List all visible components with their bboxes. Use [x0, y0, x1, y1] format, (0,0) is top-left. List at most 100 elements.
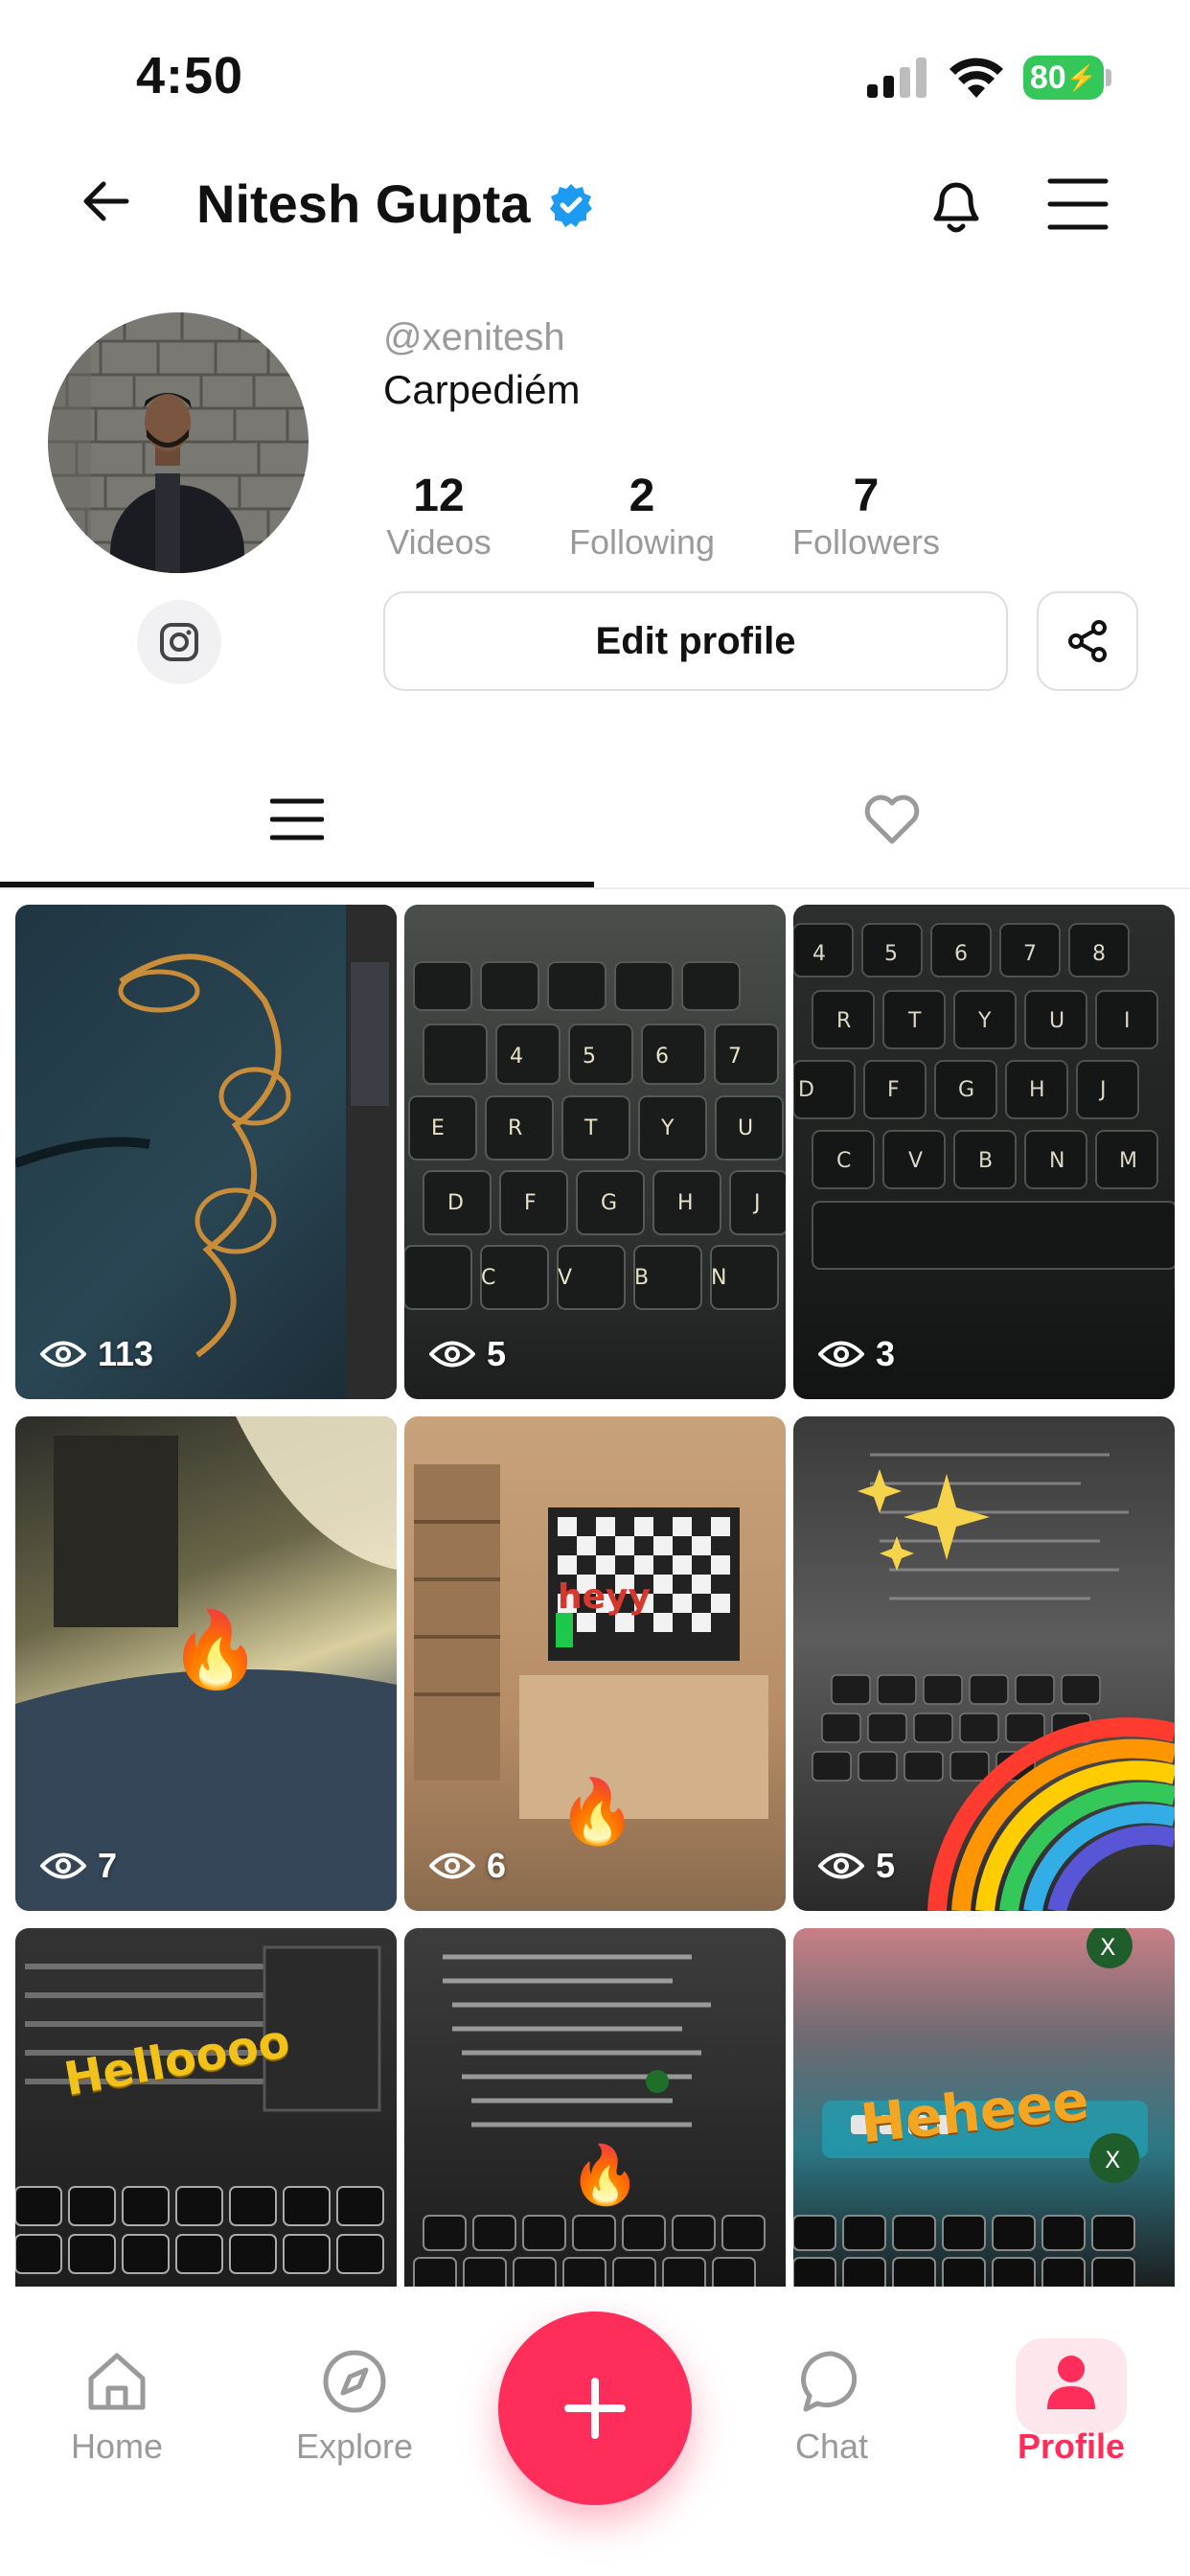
eye-icon [40, 1852, 86, 1879]
video-thumbnail [15, 1945, 384, 2274]
view-count: 5 [818, 1846, 895, 1886]
video-thumbnail: 🔥 [414, 1464, 768, 1849]
home-icon [88, 2353, 146, 2410]
stat-following[interactable]: 2 Following [565, 470, 719, 563]
svg-text:7: 7 [728, 1045, 742, 1069]
svg-text:🔥: 🔥 [558, 1775, 636, 1849]
list-icon [270, 798, 324, 840]
profile-handle: @xenitesh [383, 316, 565, 358]
video-tile[interactable]: 5 [793, 1416, 1175, 1911]
back-arrow-icon[interactable] [79, 172, 136, 230]
video-thumbnail: 4 5 6 7 8 R T Y U I D F G H J C V B N M [793, 923, 1175, 1270]
profile-bio: Carpediém [383, 367, 581, 412]
video-tile[interactable]: 🔥 7 [15, 1416, 397, 1911]
wifi-icon [950, 58, 1003, 98]
profile-avatar[interactable] [48, 312, 309, 573]
svg-text:N: N [1049, 1149, 1064, 1173]
svg-text:G: G [601, 1191, 617, 1215]
view-count: 6 [429, 1846, 506, 1886]
nav-profile[interactable]: Profile [985, 2348, 1157, 2467]
video-thumbnail [812, 1453, 1175, 1911]
nav-explore-label: Explore [295, 2426, 414, 2466]
svg-text:G: G [958, 1078, 974, 1102]
svg-text:J: J [752, 1191, 761, 1215]
svg-text:I: I [1124, 1009, 1131, 1033]
tabs-divider [0, 887, 1190, 889]
view-count: 113 [40, 1334, 153, 1374]
hamburger-menu-icon[interactable] [1046, 175, 1110, 233]
nav-profile-label: Profile [1017, 2426, 1126, 2466]
profile-name: Nitesh Gupta [196, 173, 531, 234]
svg-text:H: H [677, 1191, 694, 1215]
nav-chat[interactable]: Chat [745, 2348, 918, 2467]
video-overlay-text: 🔥 [569, 2142, 641, 2209]
heart-icon [864, 794, 920, 844]
video-thumbnail: 4 5 6 7 E R T Y U D F G H J C V B N [404, 961, 786, 1310]
svg-text:X: X [1100, 1934, 1115, 1961]
person-icon [1047, 2356, 1095, 2409]
status-time: 4:50 [136, 47, 244, 104]
share-profile-button[interactable] [1037, 591, 1138, 691]
video-tile[interactable]: 4 5 6 7 E R T Y U D F G H J C V B N 5 [404, 905, 786, 1399]
view-count: 7 [40, 1846, 117, 1886]
svg-text:🔥: 🔥 [169, 1607, 262, 1693]
stat-videos[interactable]: 12 Videos [383, 470, 494, 563]
notification-bell-icon[interactable] [925, 171, 988, 238]
svg-text:R: R [836, 1009, 851, 1033]
edit-profile-button[interactable]: Edit profile [383, 591, 1008, 691]
video-tile[interactable]: 4 5 6 7 8 R T Y U I D F G H J C V B N M 3 [793, 905, 1175, 1399]
video-thumbnail: 🔥 [15, 1416, 397, 1911]
stat-following-value: 2 [629, 471, 655, 521]
battery-nub [1106, 69, 1111, 86]
svg-text:D: D [447, 1191, 464, 1215]
stat-followers[interactable]: 7 Followers [790, 470, 943, 563]
svg-text:4: 4 [510, 1045, 523, 1069]
svg-text:V: V [908, 1149, 923, 1173]
video-tile[interactable]: Helloooo [15, 1928, 397, 2292]
svg-text:R: R [508, 1116, 522, 1140]
share-icon [1068, 620, 1107, 662]
svg-text:5: 5 [884, 942, 898, 966]
plus-icon [564, 2378, 626, 2439]
svg-text:N: N [711, 1266, 726, 1290]
video-thumbnail [15, 905, 397, 1399]
video-tile[interactable]: 🔥 [404, 1928, 786, 2292]
svg-text:F: F [887, 1078, 900, 1102]
video-tile[interactable]: 🔥 heyy 6 [404, 1416, 786, 1911]
eye-icon [40, 1341, 86, 1368]
cellular-signal-icon [867, 58, 927, 98]
nav-home[interactable]: Home [31, 2348, 203, 2467]
verified-badge-icon [550, 184, 592, 227]
svg-text:7: 7 [1023, 942, 1037, 966]
svg-text:T: T [584, 1116, 598, 1140]
stat-following-label: Following [568, 522, 716, 562]
svg-text:B: B [978, 1149, 993, 1173]
svg-text:B: B [634, 1266, 649, 1290]
tab-liked[interactable] [594, 757, 1190, 882]
eye-icon [818, 1852, 864, 1879]
tab-videos[interactable] [0, 757, 594, 882]
nav-explore[interactable]: Explore [268, 2348, 441, 2467]
svg-text:T: T [907, 1009, 922, 1033]
svg-text:Y: Y [660, 1116, 675, 1140]
svg-text:U: U [1049, 1009, 1064, 1033]
instagram-link[interactable] [137, 600, 221, 684]
stat-followers-value: 7 [853, 471, 880, 521]
video-tile[interactable]: 113 [15, 905, 397, 1399]
svg-text:J: J [1098, 1078, 1107, 1102]
svg-text:X: X [1105, 2147, 1120, 2174]
svg-text:H: H [1029, 1078, 1045, 1102]
instagram-icon [160, 623, 198, 661]
svg-text:M: M [1119, 1149, 1137, 1173]
eye-icon [429, 1341, 475, 1368]
view-count: 5 [429, 1334, 506, 1374]
create-video-button[interactable] [498, 2312, 692, 2505]
video-tile[interactable]: X X Heheee [793, 1928, 1175, 2292]
stat-followers-label: Followers [791, 522, 941, 562]
svg-text:U: U [738, 1116, 753, 1140]
svg-text:V: V [558, 1266, 572, 1290]
svg-text:D: D [798, 1078, 814, 1102]
view-count: 3 [818, 1334, 895, 1374]
svg-text:4: 4 [812, 942, 826, 966]
svg-text:6: 6 [954, 942, 968, 966]
